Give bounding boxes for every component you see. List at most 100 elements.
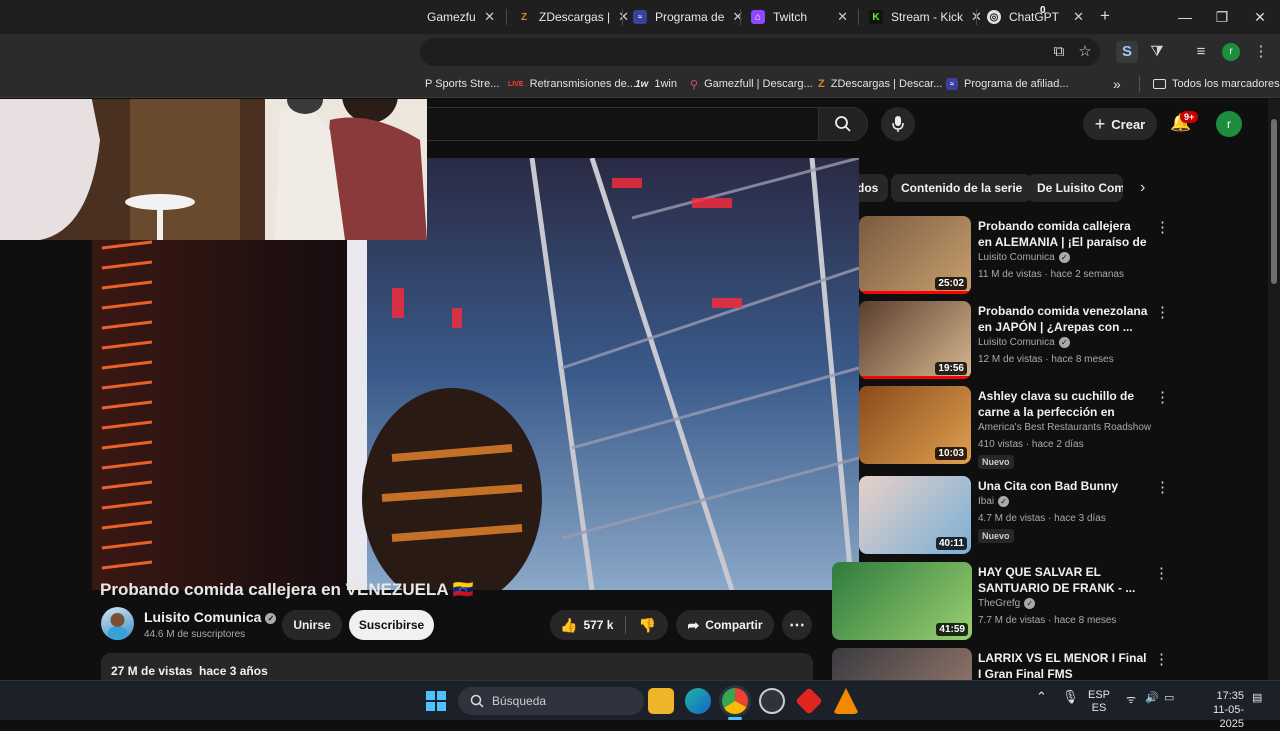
video-thumbnail[interactable] — [832, 648, 972, 680]
join-button[interactable]: Unirse — [282, 610, 342, 640]
microphone-icon[interactable] — [881, 107, 915, 141]
video-thumbnail[interactable]: 10:03 — [859, 386, 971, 464]
file-explorer-icon[interactable] — [648, 688, 674, 714]
recommendation-item[interactable]: LARRIX VS EL MENOR I Final I Gran Final … — [832, 648, 1169, 680]
rec-title[interactable]: Probando comida callejera en ALEMANIA | … — [978, 218, 1148, 250]
close-icon[interactable]: ✕ — [484, 9, 495, 25]
video-thumbnail[interactable]: 25:02 — [859, 216, 971, 294]
rec-title[interactable]: LARRIX VS EL MENOR I Final I Gran Final … — [978, 650, 1148, 680]
notification-count-badge: 9+ — [1180, 111, 1199, 123]
chip-channel[interactable]: De Luisito Comu — [1027, 174, 1123, 202]
more-options-icon[interactable]: ⋮ — [1154, 650, 1169, 668]
star-icon[interactable]: ☆ — [1074, 41, 1096, 63]
volume-icon[interactable]: 🔊 — [1145, 691, 1159, 704]
video-thumbnail[interactable]: 41:59 — [832, 562, 972, 640]
subscriber-count: 44.6 M de suscriptores — [144, 629, 246, 640]
show-hidden-icons-icon[interactable]: ⌃ — [1036, 689, 1047, 705]
duration-label: 19:56 — [935, 362, 967, 375]
red-app-icon[interactable] — [795, 687, 823, 715]
microphone-icon[interactable]: 🎙 — [1062, 689, 1079, 705]
bookmark-1win[interactable]: 1w 1win — [635, 75, 677, 93]
wifi-icon[interactable]: ᯤ — [1126, 692, 1136, 707]
close-icon[interactable]: ✕ — [837, 9, 848, 25]
windows-start-icon[interactable] — [426, 691, 446, 711]
tab-programa[interactable]: ≈ Programa de ✕ — [623, 4, 743, 30]
bookmark-retransmisiones[interactable]: LIVE Retransmisiones de... — [508, 75, 636, 93]
language-indicator[interactable]: ESP ES — [1088, 689, 1110, 715]
bookmark-label: Todos los marcadores — [1172, 78, 1280, 90]
tab-kick[interactable]: K Stream - Kick ✕ — [859, 4, 982, 30]
bookmark-sports[interactable]: P Sports Stre... — [425, 75, 499, 93]
chip-all[interactable]: dos — [855, 174, 889, 202]
cast-icon[interactable]: ⧉ — [1048, 41, 1070, 63]
bookmark-label: Gamezfull | Descarg... — [704, 78, 813, 90]
bookmark-programa[interactable]: ≈ Programa de afiliad... — [946, 75, 1069, 93]
close-icon[interactable]: ✕ — [1073, 9, 1084, 25]
minimize-icon[interactable]: — — [1170, 6, 1200, 28]
recommendation-item[interactable]: 25:02 Probando comida callejera en ALEMA… — [859, 216, 1189, 296]
window-close-icon[interactable]: ✕ — [1245, 6, 1275, 28]
tab-zdescargas[interactable]: Z ZDescargas | ✕ — [507, 4, 629, 30]
verified-icon: ✓ — [1058, 252, 1070, 263]
more-bookmarks-icon[interactable]: » — [1113, 75, 1121, 93]
subscribe-button[interactable]: Suscribirse — [349, 610, 434, 640]
more-options-icon[interactable]: ⋮ — [1155, 478, 1170, 496]
channel-name[interactable]: Luisito Comunica ✓ — [144, 609, 277, 625]
profile-avatar[interactable]: r — [1222, 43, 1240, 61]
address-bar[interactable] — [420, 38, 1100, 66]
tab-gamezfull[interactable]: Gamezfull | D ✕ — [417, 4, 505, 30]
channel-avatar[interactable] — [101, 607, 134, 640]
tab-twitch[interactable]: ⌂ Twitch ✕ — [741, 4, 858, 30]
scrollbar-thumb[interactable] — [1271, 119, 1277, 284]
recommendation-item[interactable]: 40:11 Una Cita con Bad Bunny Ibai ✓ 4.7 M… — [859, 476, 1189, 556]
chrome-icon[interactable] — [722, 688, 748, 714]
channel-name-text: Luisito Comunica — [144, 609, 262, 625]
all-bookmarks-folder[interactable]: Todos los marcadores — [1153, 75, 1280, 93]
verified-icon: ✓ — [998, 496, 1010, 507]
recommendation-item[interactable]: 41:59 HAY QUE SALVAR EL SANTUARIO DE FRA… — [832, 562, 1169, 642]
new-tab-icon[interactable]: + — [1100, 6, 1110, 26]
taskbar-search-box[interactable]: Búsqueda — [458, 687, 644, 715]
notification-center-icon[interactable]: ▤ — [1252, 691, 1262, 704]
media-control-icon[interactable]: ≡ — [1190, 41, 1212, 63]
more-options-icon[interactable]: ⋮ — [1155, 388, 1170, 406]
obs-icon[interactable] — [759, 688, 785, 714]
edge-icon[interactable] — [685, 688, 711, 714]
account-avatar[interactable]: r — [1216, 111, 1242, 137]
more-actions-icon[interactable]: ⋯ — [782, 610, 812, 640]
more-options-icon[interactable]: ⋮ — [1154, 564, 1169, 582]
rec-channel: Luisito Comunica ✓ — [978, 252, 1070, 263]
like-count[interactable]: 577 k — [583, 618, 613, 632]
rec-title[interactable]: HAY QUE SALVAR EL SANTUARIO DE FRANK - .… — [978, 564, 1148, 596]
create-label: Crear — [1111, 116, 1146, 132]
clock[interactable]: 17:35 11-05-2025 — [1190, 689, 1244, 731]
recommendation-item[interactable]: 19:56 Probando comida venezolana en JAPÓ… — [859, 301, 1189, 381]
rec-title[interactable]: Una Cita con Bad Bunny — [978, 478, 1148, 494]
recommendation-item[interactable]: 10:03 Ashley clava su cuchillo de carne … — [859, 386, 1189, 469]
extensions-icon[interactable]: ⧩ — [1146, 41, 1168, 63]
thumbs-up-icon[interactable]: 👍 — [560, 617, 577, 634]
more-options-icon[interactable]: ⋮ — [1155, 303, 1170, 321]
search-input[interactable] — [400, 107, 818, 141]
bookmark-gamezfull[interactable]: ⚲ Gamezfull | Descarg... — [690, 75, 813, 93]
video-thumbnail[interactable]: 19:56 — [859, 301, 971, 379]
more-options-icon[interactable]: ⋮ — [1155, 218, 1170, 236]
browser-menu-icon[interactable]: ⋮ — [1250, 41, 1272, 63]
video-thumbnail[interactable]: 40:11 — [859, 476, 971, 554]
create-button[interactable]: + Crear — [1083, 108, 1157, 140]
page-scrollbar[interactable] — [1268, 99, 1280, 680]
rec-title[interactable]: Probando comida venezolana en JAPÓN | ¿A… — [978, 303, 1148, 335]
vlc-icon[interactable] — [833, 688, 859, 714]
restore-icon[interactable]: ❐ — [1207, 6, 1237, 28]
extension-s-icon[interactable]: S — [1116, 41, 1138, 63]
chevron-right-icon[interactable]: › — [1140, 179, 1145, 197]
share-button[interactable]: ➦ Compartir — [676, 610, 774, 640]
chip-series[interactable]: Contenido de la serie — [891, 174, 1033, 202]
search-icon[interactable] — [818, 107, 868, 141]
rec-title[interactable]: Ashley clava su cuchillo de carne a la p… — [978, 388, 1148, 420]
bookmark-zdescargas[interactable]: Z ZDescargas | Descar... — [818, 75, 942, 93]
battery-icon[interactable]: ▭ — [1164, 691, 1174, 704]
verified-icon: ✓ — [1024, 598, 1036, 609]
thumbs-down-icon[interactable]: 👎 — [638, 617, 655, 634]
tab-chatgpt[interactable]: ◎ ChatGPT ✕ — [977, 4, 1094, 30]
